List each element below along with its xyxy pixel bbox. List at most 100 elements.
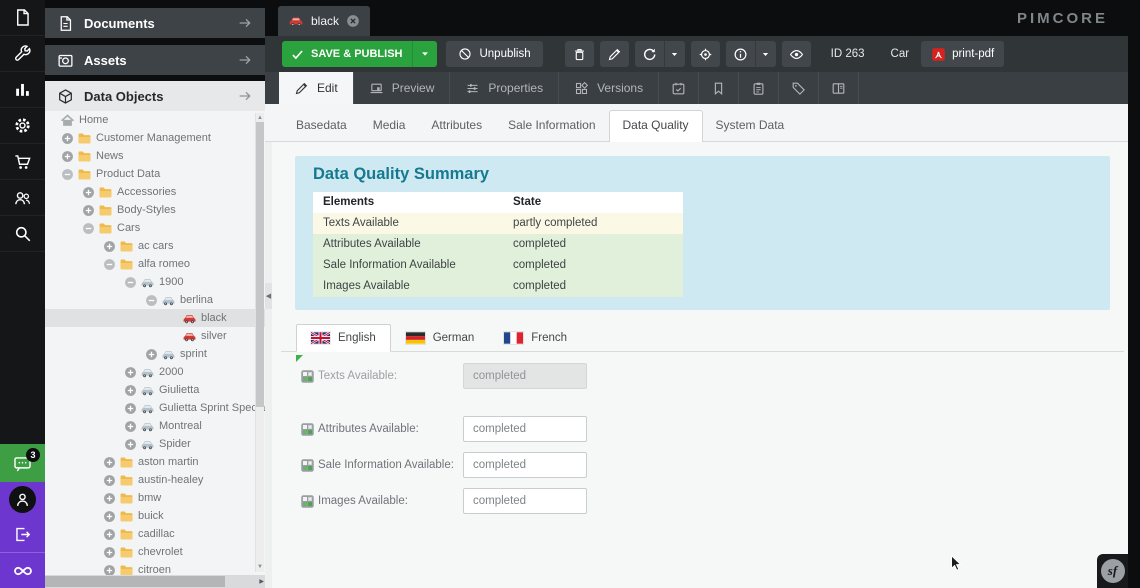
view-tab-preview[interactable]: Preview (354, 72, 451, 104)
tree-item-sprint[interactable]: sprint (45, 345, 265, 363)
content-tab-attributes[interactable]: Attributes (418, 111, 495, 141)
field-input-attributes-available[interactable] (463, 416, 587, 442)
view-tab-versions[interactable]: Versions (559, 72, 659, 104)
close-icon[interactable] (346, 14, 360, 28)
tree-item-body-styles[interactable]: Body-Styles (45, 201, 265, 219)
tree-item-ac-cars[interactable]: ac cars (45, 237, 265, 255)
sidebar-search-button[interactable] (0, 216, 45, 252)
accordion-assets[interactable]: Assets (45, 45, 265, 75)
flag-de-icon (406, 332, 425, 344)
reload-button[interactable] (635, 41, 685, 67)
field-input-sale-information-available[interactable] (463, 452, 587, 478)
tree-item-customer-management[interactable]: Customer Management (45, 129, 265, 147)
view-tab-tag[interactable] (779, 72, 819, 104)
tree-item-news[interactable]: News (45, 147, 265, 165)
tree-item-gulietta-sprint-specia[interactable]: Gulietta Sprint Specia (45, 399, 265, 417)
summary-state: completed (503, 234, 683, 255)
rename-button[interactable] (600, 41, 629, 67)
activity-bar-bottom: 3 (0, 444, 45, 588)
reload-dropdown[interactable] (664, 41, 685, 67)
scroll-up-icon[interactable]: ▲ (256, 114, 264, 122)
minus-icon (101, 258, 118, 271)
tree-horizontal-scrollbar[interactable]: ▶ (45, 575, 265, 588)
unpublish-label: Unpublish (479, 48, 530, 60)
content-tab-system-data[interactable]: System Data (703, 111, 798, 141)
tree-item-cars[interactable]: Cars (45, 219, 265, 237)
content-tab-data-quality[interactable]: Data Quality (609, 110, 703, 142)
tree-item-aston-martin[interactable]: aston martin (45, 453, 265, 471)
save-publish-button[interactable]: SAVE & PUBLISH (282, 41, 437, 67)
tree-item-giulietta[interactable]: Giulietta (45, 381, 265, 399)
content-tab-basedata[interactable]: Basedata (283, 111, 360, 141)
scroll-down-icon[interactable]: ▼ (256, 563, 264, 571)
view-tab-properties[interactable]: Properties (450, 72, 559, 104)
field-input-texts-available[interactable] (463, 363, 587, 389)
scrollbar-thumb[interactable] (45, 576, 225, 587)
scrollbar-thumb[interactable] (256, 122, 264, 407)
tree-item-montreal[interactable]: Montreal (45, 417, 265, 435)
summary-header-row: ElementsState (313, 192, 683, 213)
tree-item-black[interactable]: black (45, 309, 265, 327)
tree-item-silver[interactable]: silver (45, 327, 265, 345)
tree-item-cadillac[interactable]: cadillac (45, 525, 265, 543)
content-tab-sale-information[interactable]: Sale Information (495, 111, 608, 141)
sidebar-logout-button[interactable] (0, 517, 45, 552)
print-pdf-button[interactable]: print-pdf (921, 41, 1004, 67)
info-dropdown[interactable] (755, 41, 776, 67)
tree-item-citroen[interactable]: citroen (45, 561, 265, 575)
view-tab-bookmark[interactable] (699, 72, 739, 104)
scroll-right-icon[interactable]: ▶ (259, 575, 264, 588)
sidebar-chart-button[interactable] (0, 72, 45, 108)
sidebar-file-button[interactable] (0, 0, 45, 36)
view-tab-clipboard[interactable] (739, 72, 779, 104)
sidebar-infinity-button[interactable] (0, 552, 45, 588)
tree-item-berlina[interactable]: berlina (45, 291, 265, 309)
toolbar: SAVE & PUBLISH Unpublish ID 263 Car prin… (265, 36, 1128, 72)
object-tab-black[interactable]: black (278, 6, 370, 36)
delete-button[interactable] (565, 41, 594, 67)
tree-item-home[interactable]: Home (45, 111, 265, 129)
view-tab-edit[interactable]: Edit (279, 72, 354, 104)
sidebar-users-button[interactable] (0, 180, 45, 216)
minus-icon (143, 294, 160, 307)
tree-item-2000[interactable]: 2000 (45, 363, 265, 381)
sidebar-cart-button[interactable] (0, 144, 45, 180)
tree-item-buick[interactable]: buick (45, 507, 265, 525)
info-button[interactable] (726, 41, 776, 67)
tree-item-chevrolet[interactable]: chevrolet (45, 543, 265, 561)
tree-vertical-scrollbar[interactable]: ▲ ▼ (255, 113, 264, 572)
content-tab-media[interactable]: Media (360, 111, 419, 141)
sidebar-person-button[interactable] (0, 482, 45, 517)
cart-icon (13, 152, 32, 171)
language-tab-german[interactable]: German (391, 324, 490, 352)
language-tab-french[interactable]: French (489, 324, 582, 352)
sidebar-wrench-button[interactable] (0, 36, 45, 72)
collapse-tree-handle[interactable]: ◀ (265, 283, 272, 309)
tree-item-accessories[interactable]: Accessories (45, 183, 265, 201)
view-tab-book[interactable] (819, 72, 859, 104)
field-input-images-available[interactable] (463, 488, 587, 514)
view-tab-calendar[interactable] (659, 72, 699, 104)
sidebar-gear-button[interactable] (0, 108, 45, 144)
tree-item-spider[interactable]: Spider (45, 435, 265, 453)
tree-item-product-data[interactable]: Product Data (45, 165, 265, 183)
accordion-documents[interactable]: Documents (45, 8, 265, 38)
pimcore-app: 3 Documents Assets Data Objects HomeCust… (0, 0, 1140, 588)
unpublish-button[interactable]: Unpublish (446, 41, 542, 67)
save-options-dropdown[interactable] (412, 41, 437, 67)
field-label: Attributes Available: (318, 423, 463, 435)
open-preview-button[interactable] (782, 41, 811, 67)
folder-icon (76, 167, 92, 182)
language-tab-english[interactable]: English (296, 324, 391, 352)
accordion-data-objects[interactable]: Data Objects (45, 81, 265, 111)
locate-in-tree-button[interactable] (691, 41, 720, 67)
symfony-toolbar-button[interactable]: sf (1097, 554, 1128, 588)
panel-splitter[interactable]: ◀ (265, 142, 272, 588)
tree-item-1900[interactable]: 1900 (45, 273, 265, 291)
tree-item-alfa-romeo[interactable]: alfa romeo (45, 255, 265, 273)
sidebar-chat-button[interactable]: 3 (0, 444, 45, 482)
tree-item-bmw[interactable]: bmw (45, 489, 265, 507)
summary-state: partly completed (503, 213, 683, 234)
car-gray-icon (139, 437, 155, 452)
tree-item-austin-healey[interactable]: austin-healey (45, 471, 265, 489)
